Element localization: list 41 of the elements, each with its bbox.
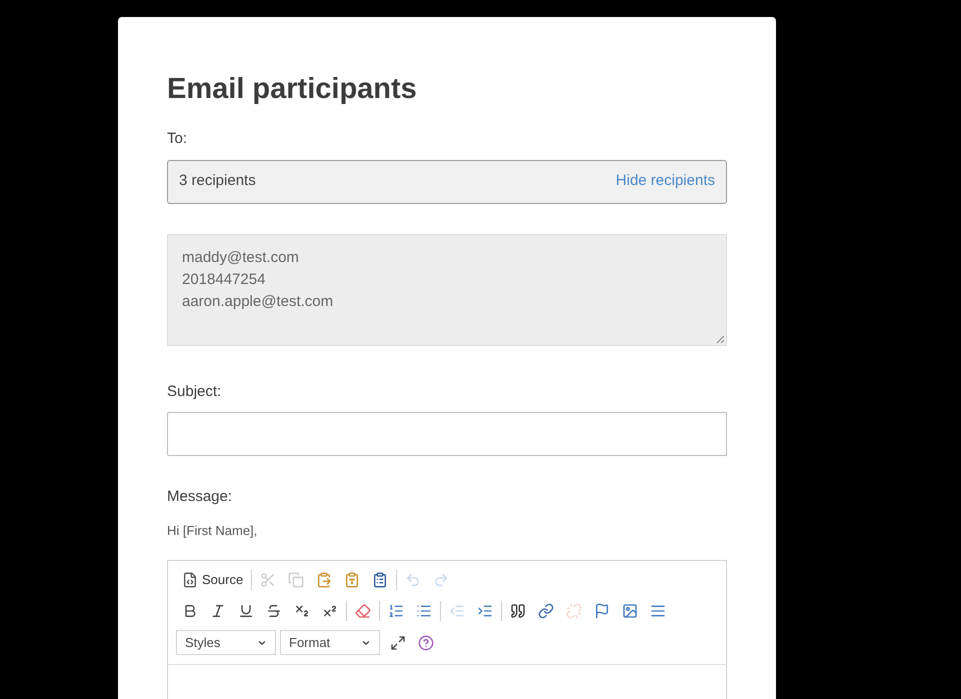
undo-icon	[405, 572, 422, 588]
link-icon	[538, 603, 554, 619]
underline-icon	[238, 603, 254, 619]
recipients-textarea[interactable]: maddy@test.com 2018447254 aaron.apple@test.com	[167, 234, 727, 346]
image-icon	[622, 603, 638, 619]
numbered-list-icon	[388, 603, 404, 619]
dialog-title: Email participants	[167, 72, 418, 107]
bullet-list-icon	[416, 603, 432, 619]
greeting-text: Hi [First Name],	[167, 522, 258, 540]
source-button[interactable]: Source	[176, 568, 250, 592]
field-label: To:	[167, 129, 188, 149]
maximize-icon	[390, 634, 406, 650]
eraser-icon	[355, 603, 371, 619]
file-code-icon	[182, 572, 198, 588]
subscript-icon	[294, 603, 310, 619]
field-label: Message:	[167, 487, 234, 507]
resize-handle-icon	[716, 334, 724, 342]
clipboard-icon	[372, 572, 388, 588]
dropdown-button[interactable]: Styles	[176, 630, 276, 655]
outdent-icon	[449, 603, 465, 619]
recipient-address: maddy@test.com	[182, 248, 300, 268]
flag-icon	[594, 603, 610, 619]
clipboard-icon	[344, 572, 360, 588]
recipient-address: aaron.apple@test.com	[182, 292, 334, 312]
scissors-icon	[260, 572, 276, 588]
help-icon	[418, 634, 434, 650]
clipboard-icon	[316, 572, 332, 588]
italic-icon	[210, 603, 226, 619]
horizontal-rule-icon	[650, 603, 666, 619]
unlink-icon	[566, 603, 582, 619]
copy-icon	[288, 572, 304, 588]
strikethrough-icon	[266, 603, 282, 619]
superscript-icon	[322, 603, 338, 619]
indent-icon	[477, 603, 493, 619]
subject-field[interactable]	[167, 412, 727, 456]
redo-icon	[433, 572, 450, 588]
field-label: Subject:	[167, 382, 222, 402]
dropdown-button[interactable]: Format	[280, 630, 380, 655]
recipient-count: 3 recipients	[179, 171, 256, 192]
quote-icon	[510, 603, 526, 619]
recipient-address: 2018447254	[182, 270, 266, 290]
